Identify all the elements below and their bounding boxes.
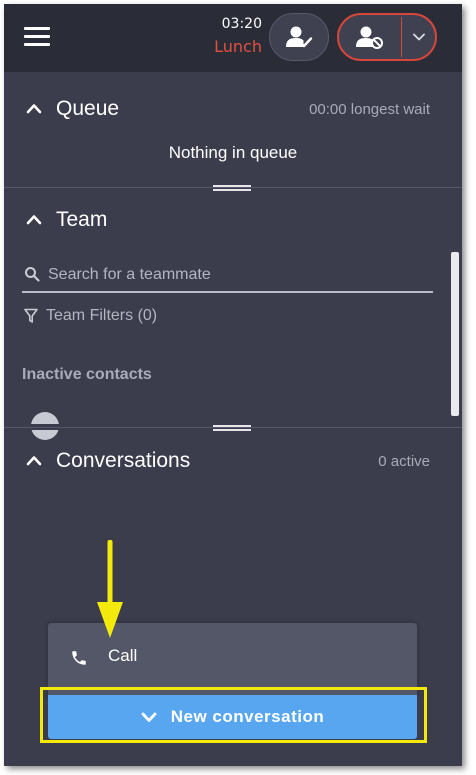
search-icon: [25, 267, 40, 282]
chevron-up-icon[interactable]: [26, 454, 42, 466]
team-filters-label: Team Filters (0): [46, 307, 158, 324]
queue-longest-wait: 00:00 longest wait: [309, 101, 430, 118]
inactive-contacts-heading: Inactive contacts: [22, 366, 152, 383]
queue-resize-handle[interactable]: [213, 185, 251, 191]
top-bar: 03:20 Lunch: [4, 4, 462, 72]
hamburger-menu-icon[interactable]: [24, 27, 50, 47]
team-scrollbar[interactable]: [451, 252, 459, 416]
team-title: Team: [56, 208, 108, 231]
status-label: Lunch: [214, 37, 262, 56]
conversations-title: Conversations: [56, 449, 191, 472]
teammate-search: [22, 259, 433, 293]
chevron-down-icon: [412, 33, 425, 41]
queue-title: Queue: [56, 97, 120, 120]
team-resize-handle[interactable]: [213, 425, 251, 431]
annotation-arrow-icon: [97, 540, 123, 638]
status-dropdown-button[interactable]: [402, 15, 435, 59]
team-filters-button[interactable]: Team Filters (0): [24, 305, 157, 327]
menu-item-call-label: Call: [108, 646, 138, 665]
status-timer: 03:20: [221, 16, 262, 32]
queue-empty-text: Nothing in queue: [168, 143, 298, 162]
chevron-up-icon[interactable]: [26, 213, 42, 225]
agent-panel: 03:20 Lunch Queue 00:00 longest wait Not…: [4, 4, 462, 766]
set-unavailable-button[interactable]: [339, 15, 401, 59]
conversations-section-header[interactable]: Conversations 0 active: [4, 447, 462, 477]
user-blocked-icon: [356, 26, 383, 49]
filter-icon: [24, 308, 38, 323]
conversations-active-count: 0 active: [378, 453, 430, 470]
set-available-button[interactable]: [269, 13, 329, 61]
user-check-icon: [286, 26, 313, 48]
phone-icon: [72, 651, 86, 665]
highlight-box: [40, 687, 427, 743]
chevron-up-icon[interactable]: [26, 102, 42, 114]
unavailable-status-button[interactable]: [337, 13, 437, 61]
team-section-header[interactable]: Team: [4, 206, 462, 236]
teammate-search-input[interactable]: [46, 262, 430, 288]
queue-section-header[interactable]: Queue 00:00 longest wait: [4, 95, 462, 125]
